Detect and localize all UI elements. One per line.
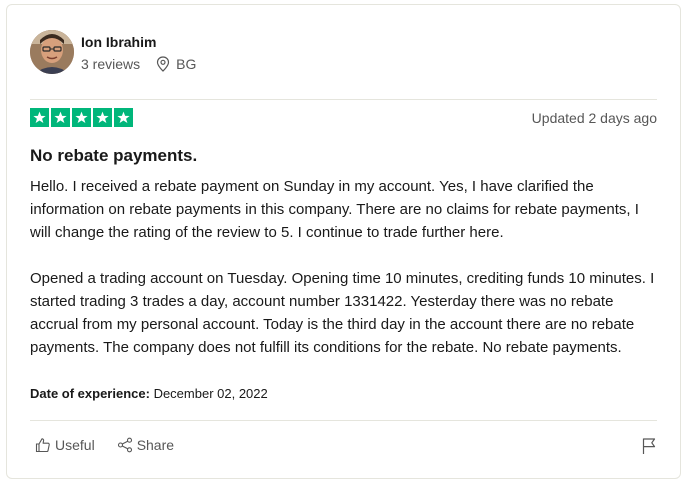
date-of-experience: Date of experience: December 02, 2022	[30, 386, 268, 401]
review-card: Ion Ibrahim 3 reviews BG Updated 2 days …	[6, 4, 681, 479]
star-icon	[72, 108, 91, 127]
star-icon	[114, 108, 133, 127]
avatar[interactable]	[30, 30, 74, 74]
consumer-meta: 3 reviews BG	[81, 56, 196, 72]
useful-label: Useful	[55, 437, 95, 453]
star-rating	[30, 108, 133, 127]
share-label: Share	[136, 437, 175, 453]
flag-icon	[641, 437, 657, 455]
experience-date: December 02, 2022	[153, 386, 268, 401]
header-divider	[30, 99, 657, 100]
review-updated-date: Updated 2 days ago	[531, 110, 657, 126]
review-title[interactable]: No rebate payments.	[30, 146, 197, 166]
consumer-country: BG	[176, 56, 197, 72]
review-paragraph: Opened a trading account on Tuesday. Ope…	[30, 270, 655, 356]
reviews-count: 3 reviews	[81, 56, 141, 72]
experience-label: Date of experience:	[30, 386, 150, 401]
thumbs-up-icon	[35, 437, 51, 453]
star-icon	[30, 108, 49, 127]
share-button[interactable]: Share	[117, 437, 174, 453]
report-flag-button[interactable]	[641, 437, 657, 460]
useful-button[interactable]: Useful	[35, 437, 95, 453]
star-icon	[51, 108, 70, 127]
avatar-photo	[30, 30, 74, 74]
share-icon	[117, 437, 133, 453]
star-icon	[93, 108, 112, 127]
location-pin-icon	[156, 56, 170, 72]
footer-divider	[30, 420, 657, 421]
review-actions: Useful Share	[35, 437, 174, 453]
review-paragraph: Hello. I received a rebate payment on Su…	[30, 178, 639, 241]
review-body: Hello. I received a rebate payment on Su…	[30, 175, 660, 382]
consumer-name[interactable]: Ion Ibrahim	[81, 34, 156, 50]
